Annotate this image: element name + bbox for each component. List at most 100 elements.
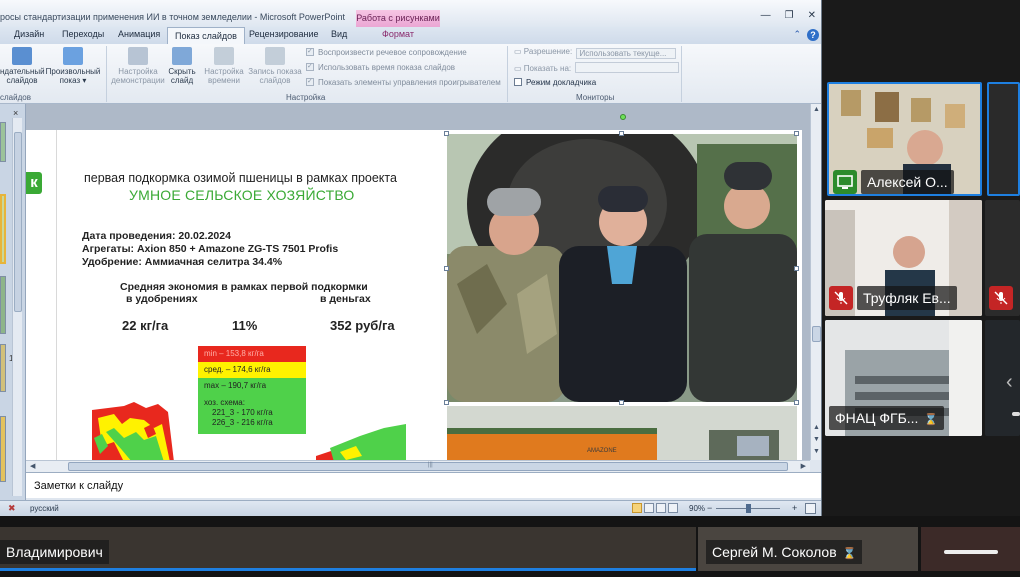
scroll-up-icon[interactable]: ▲: [813, 106, 820, 113]
narration-checkbox[interactable]: Воспроизвести речевое сопровождение: [306, 48, 467, 57]
use-timings-checkbox[interactable]: Использовать время показа слайдов: [306, 63, 455, 72]
participant-name: Труфляк Ев...: [857, 286, 957, 310]
participant-name: Алексей О...: [861, 170, 954, 194]
slide-thumbnail[interactable]: [0, 344, 6, 392]
zoom-in-icon[interactable]: +: [792, 503, 797, 513]
slide-thumbnail[interactable]: [0, 276, 6, 334]
slideshow-icon: [12, 47, 32, 65]
notes-pane[interactable]: Заметки к слайду: [26, 472, 821, 498]
mic-off-icon[interactable]: [829, 286, 853, 310]
zoom-slider-knob[interactable]: [746, 504, 751, 513]
show-on-dropdown[interactable]: ▭ Показать на:: [514, 62, 680, 73]
custom-show-button[interactable]: Произвольный показ ▾: [44, 47, 102, 85]
tab-slideshow[interactable]: Показ слайдов: [167, 27, 245, 44]
reading-view-icon[interactable]: [656, 503, 666, 513]
close-icon[interactable]: ✕: [808, 10, 816, 21]
spellcheck-icon[interactable]: ✖: [8, 503, 16, 514]
monitor-icon: ▭: [514, 64, 522, 73]
rotate-handle[interactable]: [620, 114, 626, 120]
zoom-level[interactable]: 90%: [689, 504, 705, 513]
participant-tile[interactable]: ФНАЦ ФГБ... ⌛: [825, 320, 982, 436]
tab-format[interactable]: Формат: [382, 29, 414, 39]
desktop: росы стандартизации применения ИИ в точн…: [0, 0, 1020, 577]
participant-name: ФНАЦ ФГБ... ⌛: [829, 406, 945, 430]
title-bar: росы стандартизации применения ИИ в точн…: [0, 0, 821, 27]
slide-thumbnail[interactable]: [0, 416, 6, 482]
selection-handle[interactable]: [619, 131, 624, 136]
slide-divider-line: [56, 130, 57, 460]
setup-icon: [128, 47, 148, 65]
minimize-icon[interactable]: —: [761, 10, 771, 21]
scroll-down-icon[interactable]: ▼: [813, 436, 820, 443]
selection-handle[interactable]: [619, 400, 624, 405]
tab-animation[interactable]: Анимация: [118, 29, 160, 39]
record-show-button[interactable]: Запись показа слайдов: [246, 47, 304, 85]
participant-tile[interactable]: Труфляк Ев...: [825, 200, 982, 316]
hide-slide-button[interactable]: Скрыть слайд: [166, 47, 198, 85]
zoom-out-icon[interactable]: −: [707, 503, 712, 513]
participant-tile-partial[interactable]: [985, 200, 1020, 316]
participant-tile-bottom[interactable]: Владимирович: [0, 527, 696, 571]
legend-min: min – 153,8 кг/га: [198, 346, 306, 362]
slide-horizontal-scrollbar[interactable]: ◀ ||| ▶: [26, 460, 810, 472]
resolution-select[interactable]: Использовать текуще...: [576, 48, 677, 59]
normal-view-icon[interactable]: [632, 503, 642, 513]
rehearse-timings-button[interactable]: Настройка времени: [202, 47, 246, 85]
participant-tile-partial[interactable]: [987, 82, 1020, 196]
participant-tile-bottom[interactable]: Сергей М. Соколов ⌛: [698, 527, 918, 571]
presenter-view-checkbox[interactable]: Режим докладчика: [514, 78, 596, 87]
help-icon[interactable]: ?: [807, 29, 819, 41]
selection-handle[interactable]: [444, 131, 449, 136]
strip-scroll-indicator[interactable]: [944, 550, 998, 554]
scroll-left-icon[interactable]: ◀: [30, 462, 35, 470]
slide-economy-money-label: в деньгах: [320, 293, 371, 305]
participant-name: Владимирович: [0, 540, 109, 564]
selection-handle[interactable]: [444, 400, 449, 405]
spreader-brand-text: AMAZONE: [587, 448, 617, 454]
vertical-scroll-handle[interactable]: [812, 326, 821, 342]
spreader-photo[interactable]: AMAZONE: [447, 406, 797, 460]
thumbnail-scroll-handle[interactable]: [14, 132, 22, 312]
media-controls-checkbox[interactable]: Показать элементы управления проигрывате…: [306, 78, 501, 87]
chevron-left-icon[interactable]: ‹: [1006, 362, 1020, 402]
scroll-up-icon[interactable]: ▲: [813, 424, 820, 431]
tab-view[interactable]: Вид: [331, 29, 347, 39]
screen-share-icon: [833, 170, 857, 194]
scroll-right-icon[interactable]: ▶: [801, 462, 806, 470]
slideshow-view-icon[interactable]: [668, 503, 678, 513]
setup-show-button[interactable]: Настройка демонстрации: [110, 47, 166, 85]
from-custom-button[interactable]: ндательный слайдов: [0, 47, 45, 85]
tab-transitions[interactable]: Переходы: [62, 29, 104, 39]
tab-design[interactable]: Дизайн: [14, 29, 44, 39]
selection-handle[interactable]: [794, 131, 799, 136]
selection-handle[interactable]: [794, 400, 799, 405]
fit-to-window-icon[interactable]: [805, 503, 816, 514]
thumbnail-scrollbar[interactable]: [12, 118, 22, 496]
close-pane-icon[interactable]: ×: [13, 108, 18, 118]
slide-thumbnail-selected[interactable]: [0, 194, 6, 264]
tab-review[interactable]: Рецензирование: [249, 29, 319, 39]
resolution-dropdown[interactable]: ▭ Разрешение: Использовать текуще...: [514, 47, 677, 59]
slide-thumbnails-pane: × 11: [0, 104, 26, 500]
slide-value-percent: 11%: [232, 318, 258, 333]
scroll-down-icon[interactable]: ▼: [813, 448, 820, 455]
ribbon-divider: [106, 46, 107, 102]
slide-thumbnail[interactable]: [0, 122, 6, 162]
ribbon-collapse-icon[interactable]: ⌃: [793, 29, 801, 41]
show-on-select[interactable]: [575, 62, 680, 73]
language-indicator[interactable]: русский: [30, 504, 59, 513]
restore-icon[interactable]: ❐: [785, 10, 794, 21]
participant-tile-speaking[interactable]: Алексей О...: [827, 82, 982, 196]
selection-handle[interactable]: [794, 266, 799, 271]
sorter-view-icon[interactable]: [644, 503, 654, 513]
mic-off-icon[interactable]: [989, 286, 1013, 310]
notes-placeholder[interactable]: Заметки к слайду: [34, 480, 123, 492]
help-area: ⌃ ?: [793, 29, 819, 41]
chevron-down-icon: ▾: [82, 76, 87, 85]
participant-tile-bottom[interactable]: [921, 527, 1020, 571]
slide-canvas[interactable]: к первая подкормка озимой пшеницы в рамк…: [26, 130, 802, 460]
team-photo[interactable]: [447, 134, 797, 402]
slide-vertical-scrollbar[interactable]: ▲ ▲ ▼ ▼: [810, 104, 821, 460]
powerpoint-window: росы стандартизации применения ИИ в точн…: [0, 0, 822, 516]
selection-handle[interactable]: [444, 266, 449, 271]
